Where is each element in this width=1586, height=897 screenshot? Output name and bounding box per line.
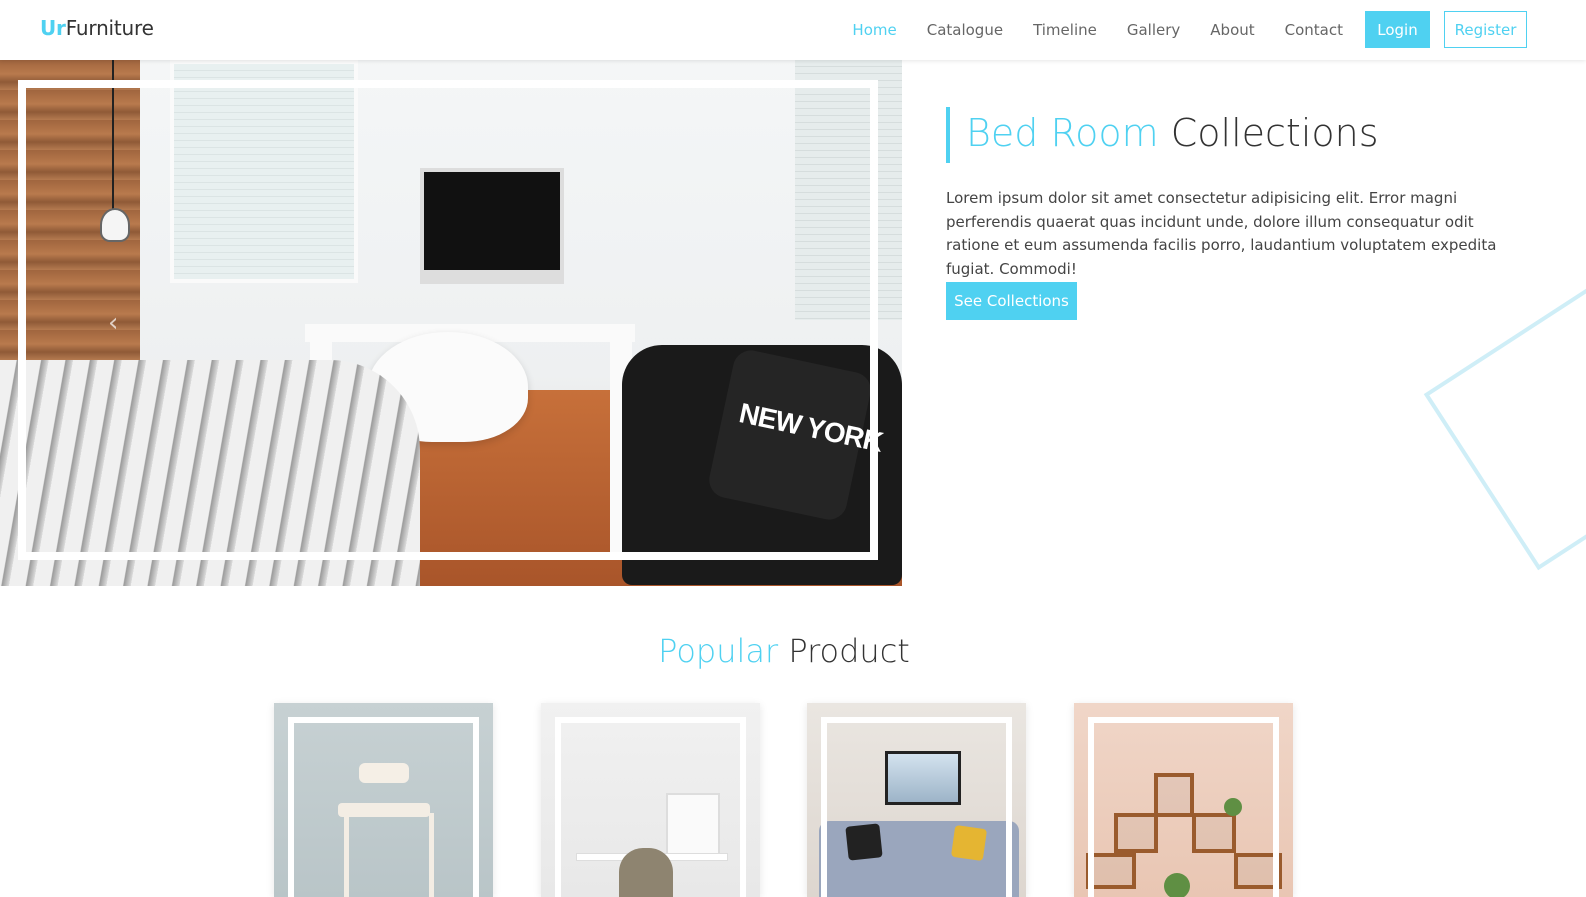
section-title-accent: Popular [658, 632, 779, 670]
nav-home[interactable]: Home [852, 21, 896, 39]
brand-logo[interactable]: UrFurniture [40, 16, 154, 40]
section-title: Popular Product [0, 632, 1568, 670]
product-card-chair[interactable] [274, 703, 493, 897]
hero-title-accent: Bed Room [966, 111, 1159, 155]
section-title-rest: Product [788, 632, 910, 670]
nav-gallery[interactable]: Gallery [1127, 21, 1180, 39]
carousel-prev-icon[interactable]: ‹ [108, 308, 118, 338]
product-card-shelves[interactable] [1074, 703, 1293, 897]
brand-name: Furniture [65, 16, 154, 40]
card-frame [821, 717, 1012, 897]
lamp-cord [112, 60, 114, 210]
register-button[interactable]: Register [1444, 11, 1527, 48]
see-collections-button[interactable]: See Collections [946, 282, 1077, 320]
nav-catalogue[interactable]: Catalogue [927, 21, 1003, 39]
window-blinds-left [170, 60, 358, 283]
product-card-sofa[interactable] [807, 703, 1026, 897]
product-card-desk[interactable] [541, 703, 760, 897]
hero-title-rest: Collections [1170, 111, 1379, 155]
hero-carousel-image: NEW YORK ‹ [0, 60, 902, 586]
nav-contact[interactable]: Contact [1285, 21, 1343, 39]
login-button[interactable]: Login [1365, 11, 1430, 48]
window-blinds-right [795, 60, 902, 320]
card-frame [1088, 717, 1279, 897]
nav-links: Home Catalogue Timeline Gallery About Co… [822, 21, 1343, 39]
hero-title: Bed Room Collections [946, 107, 1379, 163]
hero-description: Lorem ipsum dolor sit amet consectetur a… [946, 189, 1497, 278]
pendant-lamp [100, 208, 130, 242]
decorative-square [1423, 279, 1586, 571]
nav-timeline[interactable]: Timeline [1033, 21, 1097, 39]
bed [0, 360, 420, 586]
navbar: UrFurniture Home Catalogue Timeline Gall… [0, 0, 1586, 60]
brand-prefix: Ur [40, 16, 66, 40]
nav-about[interactable]: About [1210, 21, 1254, 39]
card-frame [288, 717, 479, 897]
monitor [420, 168, 564, 284]
card-frame [555, 717, 746, 897]
